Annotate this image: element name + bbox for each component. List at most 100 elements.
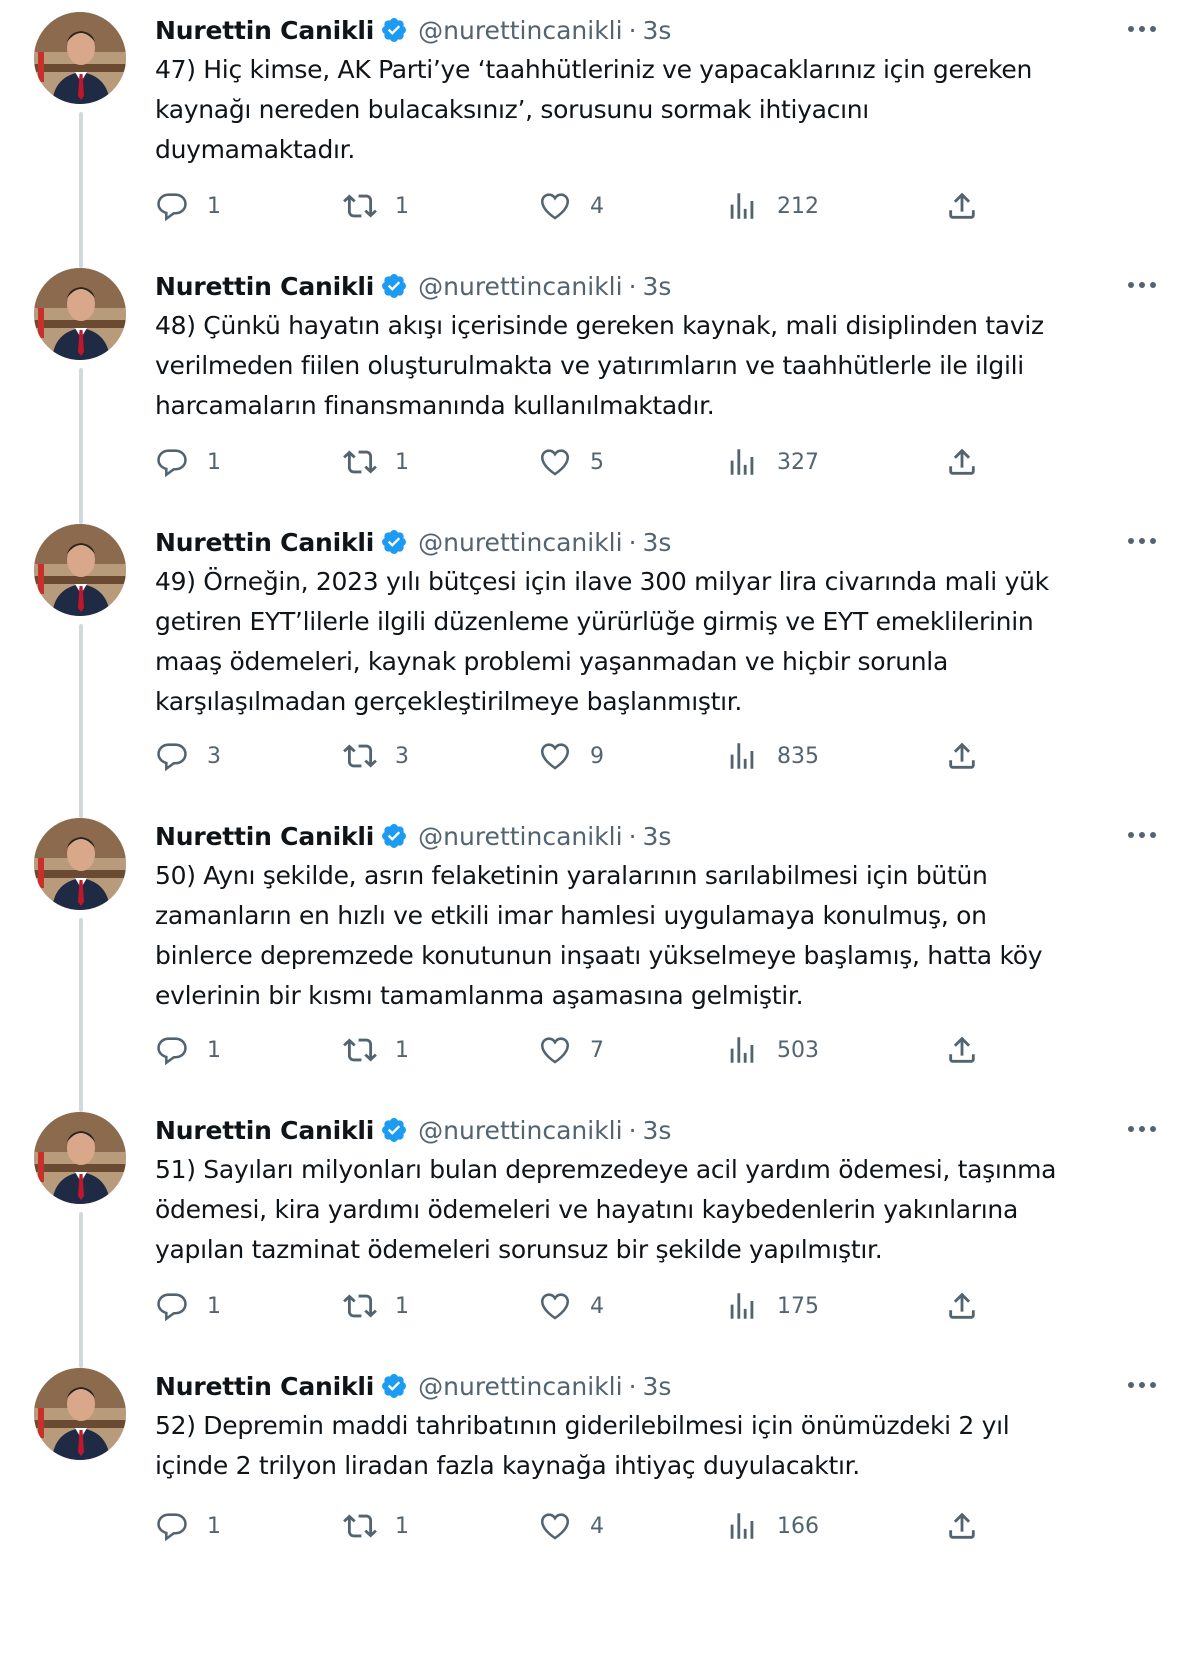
like-count: 4 <box>590 1293 604 1319</box>
tweet-header: Nurettin Canikli @nurettincanikli · 3s <box>155 522 1180 562</box>
more-icon[interactable] <box>1122 1370 1162 1400</box>
tweet[interactable]: Nurettin Canikli @nurettincanikli · 3s 5… <box>0 806 1200 1112</box>
tweet-timestamp[interactable]: 3s <box>643 1372 672 1401</box>
tweet-header: Nurettin Canikli @nurettincanikli · 3s <box>155 10 1180 50</box>
reply-button[interactable]: 3 <box>155 736 221 776</box>
views-count: 175 <box>777 1293 819 1319</box>
share-button[interactable] <box>945 1506 979 1546</box>
views-button[interactable]: 212 <box>725 186 819 226</box>
tweet-actions: 1 1 4 175 <box>155 1286 1015 1326</box>
tweet[interactable]: Nurettin Canikli @nurettincanikli · 3s 5… <box>0 1356 1200 1656</box>
separator-dot: · <box>628 271 637 301</box>
views-button[interactable]: 503 <box>725 1030 819 1070</box>
share-button[interactable] <box>945 442 979 482</box>
author-name[interactable]: Nurettin Canikli <box>155 16 374 45</box>
share-button[interactable] <box>945 186 979 226</box>
share-button[interactable] <box>945 736 979 776</box>
retweet-icon <box>343 1033 377 1067</box>
like-button[interactable]: 9 <box>538 736 604 776</box>
author-name[interactable]: Nurettin Canikli <box>155 1116 374 1145</box>
share-icon <box>945 189 979 223</box>
retweet-button[interactable]: 1 <box>343 1286 409 1326</box>
reply-button[interactable]: 1 <box>155 1286 221 1326</box>
author-name[interactable]: Nurettin Canikli <box>155 272 374 301</box>
tweet[interactable]: Nurettin Canikli @nurettincanikli · 3s 4… <box>0 256 1200 524</box>
views-count: 212 <box>777 193 819 219</box>
views-button[interactable]: 327 <box>725 442 819 482</box>
share-button[interactable] <box>945 1286 979 1326</box>
author-handle[interactable]: @nurettincanikli <box>418 822 622 851</box>
author-name[interactable]: Nurettin Canikli <box>155 822 374 851</box>
more-icon[interactable] <box>1122 14 1162 44</box>
reply-button[interactable]: 1 <box>155 442 221 482</box>
avatar[interactable] <box>34 268 126 360</box>
heart-icon <box>538 1289 572 1323</box>
share-icon <box>945 445 979 479</box>
more-icon[interactable] <box>1122 526 1162 556</box>
like-button[interactable]: 4 <box>538 1286 604 1326</box>
views-icon <box>725 739 759 773</box>
share-button[interactable] <box>945 1030 979 1070</box>
retweet-button[interactable]: 3 <box>343 736 409 776</box>
tweet[interactable]: Nurettin Canikli @nurettincanikli · 3s 5… <box>0 1100 1200 1368</box>
verified-badge-icon <box>380 528 408 556</box>
thread-connector-line <box>79 368 83 524</box>
avatar[interactable] <box>34 524 126 616</box>
reply-icon <box>155 1033 189 1067</box>
reply-button[interactable]: 1 <box>155 1506 221 1546</box>
tweet-header: Nurettin Canikli @nurettincanikli · 3s <box>155 1366 1180 1406</box>
more-icon[interactable] <box>1122 270 1162 300</box>
like-count: 4 <box>590 1513 604 1539</box>
reply-icon <box>155 189 189 223</box>
verified-badge-icon <box>380 1372 408 1400</box>
like-button[interactable]: 7 <box>538 1030 604 1070</box>
tweet-timestamp[interactable]: 3s <box>643 16 672 45</box>
like-button[interactable]: 5 <box>538 442 604 482</box>
avatar[interactable] <box>34 818 126 910</box>
retweet-button[interactable]: 1 <box>343 1506 409 1546</box>
views-icon <box>725 1033 759 1067</box>
tweet-actions: 1 1 4 212 <box>155 186 1015 226</box>
tweet-header: Nurettin Canikli @nurettincanikli · 3s <box>155 816 1180 856</box>
avatar[interactable] <box>34 12 126 104</box>
views-button[interactable]: 175 <box>725 1286 819 1326</box>
retweet-count: 1 <box>395 449 409 475</box>
more-icon[interactable] <box>1122 1114 1162 1144</box>
author-handle[interactable]: @nurettincanikli <box>418 272 622 301</box>
views-button[interactable]: 166 <box>725 1506 819 1546</box>
author-name[interactable]: Nurettin Canikli <box>155 1372 374 1401</box>
retweet-button[interactable]: 1 <box>343 186 409 226</box>
reply-button[interactable]: 1 <box>155 1030 221 1070</box>
more-icon[interactable] <box>1122 820 1162 850</box>
avatar[interactable] <box>34 1112 126 1204</box>
author-handle[interactable]: @nurettincanikli <box>418 528 622 557</box>
reply-count: 1 <box>207 1037 221 1063</box>
like-button[interactable]: 4 <box>538 186 604 226</box>
tweet-timestamp[interactable]: 3s <box>643 272 672 301</box>
author-handle[interactable]: @nurettincanikli <box>418 1372 622 1401</box>
heart-icon <box>538 1033 572 1067</box>
tweet-timestamp[interactable]: 3s <box>643 822 672 851</box>
tweet-timestamp[interactable]: 3s <box>643 1116 672 1145</box>
verified-badge-icon <box>380 272 408 300</box>
author-name[interactable]: Nurettin Canikli <box>155 528 374 557</box>
tweet-actions: 1 1 5 327 <box>155 442 1015 482</box>
verified-badge-icon <box>380 822 408 850</box>
tweet[interactable]: Nurettin Canikli @nurettincanikli · 3s 4… <box>0 0 1200 268</box>
tweet-timestamp[interactable]: 3s <box>643 528 672 557</box>
like-button[interactable]: 4 <box>538 1506 604 1546</box>
avatar[interactable] <box>34 1368 126 1460</box>
share-icon <box>945 1033 979 1067</box>
author-handle[interactable]: @nurettincanikli <box>418 1116 622 1145</box>
retweet-count: 1 <box>395 1037 409 1063</box>
retweet-button[interactable]: 1 <box>343 1030 409 1070</box>
author-handle[interactable]: @nurettincanikli <box>418 16 622 45</box>
retweet-button[interactable]: 1 <box>343 442 409 482</box>
reply-button[interactable]: 1 <box>155 186 221 226</box>
like-count: 5 <box>590 449 604 475</box>
share-icon <box>945 1509 979 1543</box>
tweet-actions: 1 1 4 166 <box>155 1506 1015 1546</box>
tweet-text: 48) Çünkü hayatın akışı içerisinde gerek… <box>155 311 1044 420</box>
views-button[interactable]: 835 <box>725 736 819 776</box>
tweet[interactable]: Nurettin Canikli @nurettincanikli · 3s 4… <box>0 512 1200 818</box>
